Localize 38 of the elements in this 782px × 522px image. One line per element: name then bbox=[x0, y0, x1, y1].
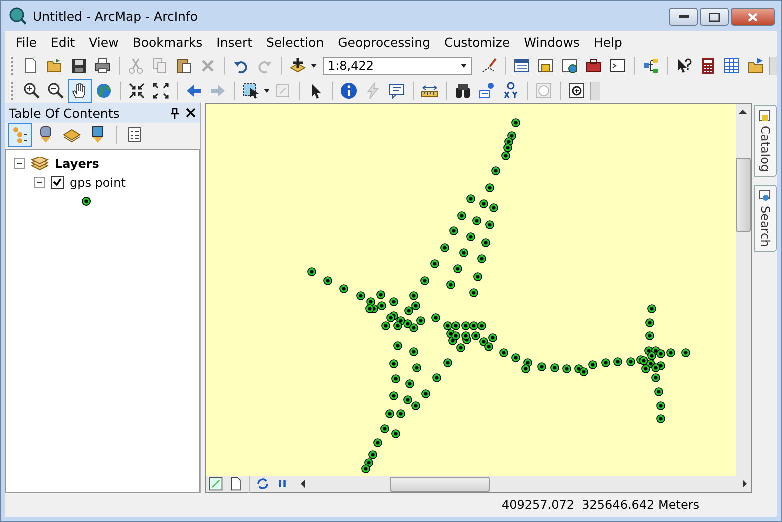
layers-stack-icon bbox=[31, 156, 49, 170]
catalog-window-icon[interactable] bbox=[759, 110, 772, 122]
minimize-button[interactable] bbox=[669, 8, 698, 26]
menu-item[interactable]: Bookmarks bbox=[126, 32, 210, 52]
maximize-button[interactable] bbox=[700, 8, 729, 26]
maximize-icon[interactable] bbox=[709, 12, 720, 22]
scroll-left-icon[interactable] bbox=[300, 480, 305, 488]
menu-item[interactable]: Geoprocessing bbox=[331, 32, 438, 52]
scroll-right-icon[interactable] bbox=[742, 480, 747, 488]
scrollbar-thumb[interactable] bbox=[390, 476, 490, 492]
point-symbol-icon bbox=[82, 197, 91, 206]
menu-item[interactable]: Customize bbox=[438, 32, 518, 52]
layer-label[interactable]: gps point bbox=[70, 176, 126, 190]
collapse-toggle[interactable] bbox=[14, 158, 25, 169]
close-button[interactable] bbox=[731, 8, 775, 26]
window-title: Untitled - ArcMap - ArcInfo bbox=[33, 8, 198, 24]
minimize-icon[interactable] bbox=[678, 15, 688, 19]
dock-tab[interactable]: Search bbox=[754, 185, 777, 252]
data-frame-label[interactable]: Layers bbox=[55, 156, 100, 170]
menu-item[interactable]: Edit bbox=[44, 32, 82, 52]
menu-item[interactable]: Windows bbox=[517, 32, 587, 52]
pan-hand-icon[interactable] bbox=[69, 80, 91, 102]
pin-icon[interactable] bbox=[170, 108, 180, 118]
scale-field[interactable]: 1:8,422 bbox=[322, 56, 472, 74]
menu-item[interactable]: Help bbox=[586, 32, 630, 52]
dock-tab[interactable]: Catalog bbox=[754, 105, 777, 178]
collapse-toggle[interactable] bbox=[34, 177, 45, 188]
coordinates-readout: 409257.072 325646.642 Meters bbox=[502, 498, 700, 512]
layer-checkbox[interactable] bbox=[51, 176, 64, 189]
scrollbar-thumb[interactable] bbox=[736, 158, 751, 232]
menu-item[interactable]: View bbox=[82, 32, 126, 52]
search-window-icon[interactable] bbox=[759, 190, 772, 202]
close-icon[interactable] bbox=[186, 108, 196, 118]
app-globe-icon bbox=[9, 7, 27, 25]
menu-item[interactable]: Selection bbox=[260, 32, 332, 52]
menu-item[interactable]: Insert bbox=[210, 32, 260, 52]
panel-title: Table Of Contents bbox=[9, 106, 120, 120]
menu-item[interactable]: File bbox=[9, 32, 44, 52]
